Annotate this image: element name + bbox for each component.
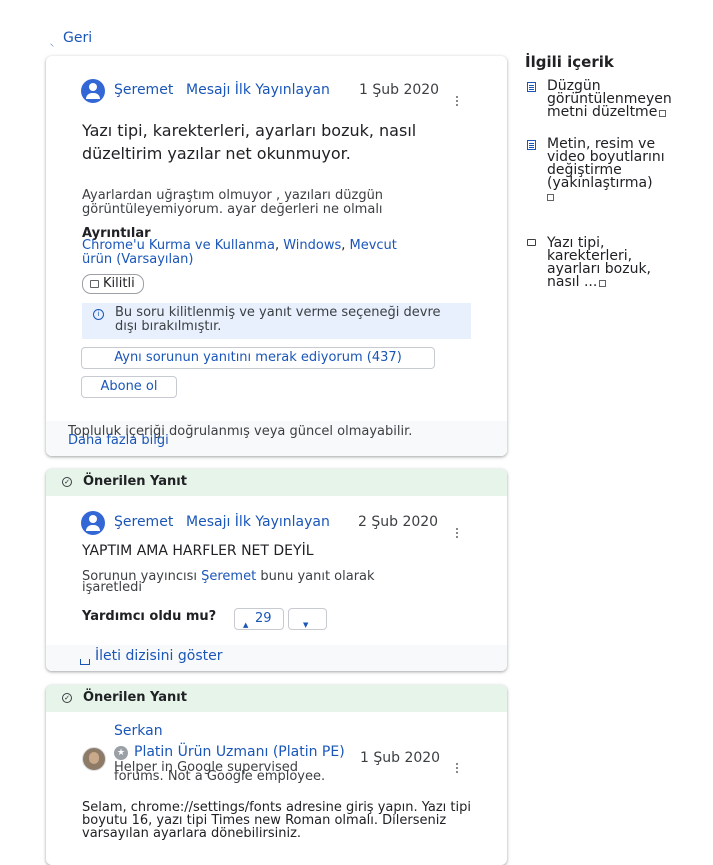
back-arrow-icon: ⸜ xyxy=(50,39,54,48)
answer-body: Selam, chrome://settings/fonts adresine … xyxy=(82,800,471,841)
author-name[interactable]: Serkan xyxy=(114,723,163,739)
check-circle-icon: ✓ xyxy=(62,693,72,703)
avatar[interactable] xyxy=(81,79,105,103)
avatar[interactable] xyxy=(81,511,105,535)
related-item-2[interactable]: Metin, resim ve video boyutlarını değişt… xyxy=(547,136,672,201)
thumbs-down-icon: ▼ xyxy=(303,621,309,629)
author-badge: Mesajı İlk Yayınlayan xyxy=(186,82,330,98)
check-circle-icon: ✓ xyxy=(62,477,72,487)
article-icon xyxy=(527,140,536,150)
platinum-badge-icon: ★ xyxy=(114,746,128,760)
recommended-answer-banner: ✓ Önerilen Yanıt xyxy=(46,685,507,712)
article-icon xyxy=(527,82,536,92)
expert-title[interactable]: Platin Ürün Uzmanı (Platin PE) xyxy=(134,744,345,760)
related-item-1[interactable]: Düzgün görüntülenmeyen metni düzeltme xyxy=(547,78,682,120)
lock-icon xyxy=(90,280,99,288)
question-body: Ayarlardan uğraştım olmuyor , yazıları d… xyxy=(82,188,384,217)
post-date: 2 Şub 2020 xyxy=(358,514,439,530)
answer-body: YAPTIM AMA HARFLER NET DEYİL xyxy=(82,543,314,559)
recommended-answer-banner: ✓ Önerilen Yanıt xyxy=(46,469,507,496)
details-links: Chrome'u Kurma ve Kullanma, Windows, Mev… xyxy=(82,238,397,267)
external-link-icon xyxy=(547,194,554,201)
external-link-icon xyxy=(659,110,667,117)
recommended-answer-card: ✓ Önerilen Yanıt Şeremet Mesajı İlk Yayı… xyxy=(46,469,507,671)
upvote-count: 29 xyxy=(255,611,272,626)
recommended-answer-label: Önerilen Yanıt xyxy=(83,474,187,489)
question-title: Yazı tipi, karekterleri, ayarları bozuk,… xyxy=(82,121,417,163)
more-options-icon[interactable] xyxy=(455,763,459,775)
marked-author-link[interactable]: Şeremet xyxy=(201,569,256,584)
recommended-answer-label: Önerilen Yanıt xyxy=(83,690,187,705)
category-link[interactable]: Chrome'u Kurma ve Kullanma xyxy=(82,238,275,253)
locked-notice-text: Bu soru kilitlenmiş ve yanıt verme seçen… xyxy=(115,305,441,334)
downvote-button[interactable]: ▼ xyxy=(288,608,327,630)
recommended-answer-card-2: ✓ Önerilen Yanıt Serkan ★ Platin Ürün Uz… xyxy=(46,685,507,865)
locked-chip-label: Kilitli xyxy=(103,276,135,291)
related-item-3[interactable]: Yazı tipi, karekterleri, ayarları bozuk,… xyxy=(547,236,672,289)
author-badge: Mesajı İlk Yayınlayan xyxy=(186,514,330,530)
author-name[interactable]: Şeremet xyxy=(114,82,173,98)
thread-footer: İleti dizisini göster xyxy=(46,645,507,671)
post-date: 1 Şub 2020 xyxy=(359,82,440,98)
question-card: Şeremet Mesajı İlk Yayınlayan 1 Şub 2020… xyxy=(46,56,507,456)
locked-notice: i Bu soru kilitlenmiş ve yanıt verme seç… xyxy=(82,303,471,339)
back-label: Geri xyxy=(63,30,93,46)
thumbs-up-icon: ▲ xyxy=(243,621,249,629)
related-item-1-label: Düzgün görüntülenmeyen metni düzeltme xyxy=(547,78,672,120)
author-name[interactable]: Şeremet xyxy=(114,514,173,530)
locked-chip: Kilitli xyxy=(82,274,144,294)
related-content-title: İlgili içerik xyxy=(525,53,614,71)
forum-icon xyxy=(527,239,536,246)
community-footer: Topluluk içeriği doğrulanmış veya güncel… xyxy=(46,421,507,456)
show-thread-link[interactable]: İleti dizisini göster xyxy=(95,648,222,664)
thread-icon xyxy=(80,659,90,665)
same-question-button[interactable]: Aynı sorunun yanıtını merak ediyorum (43… xyxy=(81,347,435,369)
upvote-button[interactable]: ▲ 29 xyxy=(234,608,284,630)
more-options-icon[interactable] xyxy=(455,528,459,540)
expert-avatar[interactable] xyxy=(82,747,106,771)
post-date: 1 Şub 2020 xyxy=(360,750,441,766)
marked-as-answer-note: Sorunun yayıncısı Şeremet bunu yanıt ola… xyxy=(82,569,422,594)
related-item-2-label: Metin, resim ve video boyutlarını değişt… xyxy=(547,136,665,191)
os-link[interactable]: Windows xyxy=(283,238,341,253)
info-icon: i xyxy=(93,309,104,320)
more-options-icon[interactable] xyxy=(455,96,459,108)
helper-note: Helper in Google supervised forums. Not … xyxy=(114,760,326,784)
subscribe-button[interactable]: Abone ol xyxy=(81,376,177,398)
external-link-icon xyxy=(599,280,607,287)
learn-more-link[interactable]: Daha fazla bilgi xyxy=(68,434,169,448)
helpful-label: Yardımcı oldu mu? xyxy=(82,609,217,624)
